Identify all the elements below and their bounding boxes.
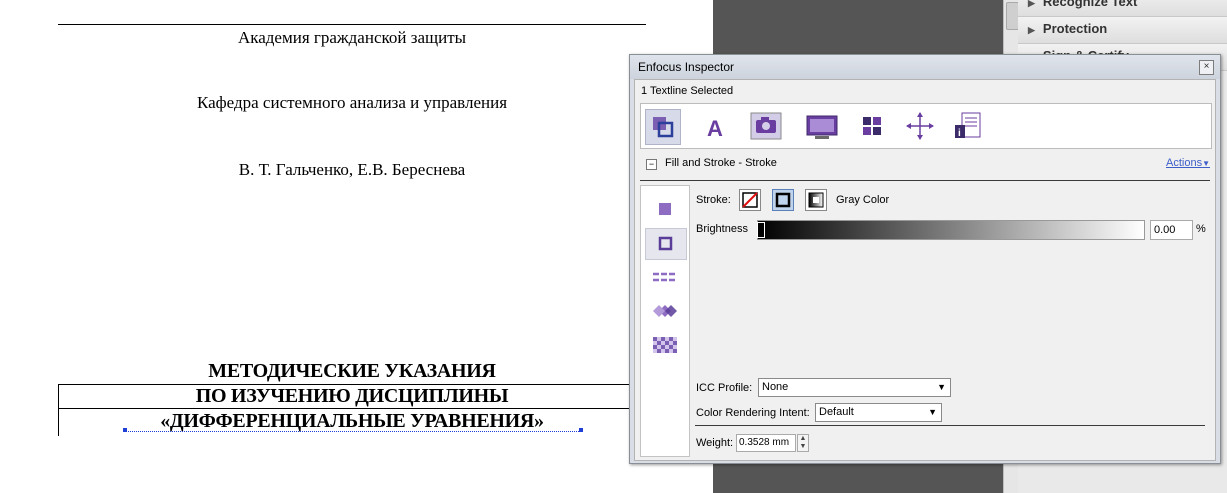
textline-selection [125,430,581,432]
document-info-icon[interactable]: i [951,109,985,143]
section-title: Fill and Stroke - Stroke [665,157,777,169]
stroke-panel: Stroke: Gray Color Brightness 0.00 % ICC… [695,185,1209,455]
fill-stroke-icon[interactable] [645,109,681,145]
brightness-slider[interactable] [757,220,1145,240]
inspector-tab-bar: A i [640,103,1212,149]
fill-stroke-subtabs [640,185,690,457]
close-button[interactable]: × [1199,60,1214,75]
selection-handle-left[interactable] [123,428,127,432]
weight-stepper[interactable]: ▲ ▼ [797,434,809,452]
doc-department: Кафедра системного анализа и управления [196,93,508,112]
doc-org: Академия гражданской защиты [237,28,467,47]
position-icon[interactable] [903,109,937,143]
inspector-titlebar[interactable]: Enfocus Inspector × [630,55,1220,79]
text-icon[interactable]: A [699,109,733,143]
tool-recognize-text[interactable]: ▶ Recognize Text [1018,0,1227,17]
transparency-icon[interactable] [645,330,685,360]
dropdown-arrow-icon: ▼ [937,382,946,392]
overprint-icon[interactable] [645,296,685,326]
section-header: − Fill and Stroke - Stroke Actions▼ [640,156,1210,176]
stroke-none-button[interactable] [739,189,761,211]
doc-heading-line1: МЕТОДИЧЕСКИЕ УКАЗАНИЯ [208,360,496,382]
icc-profile-select[interactable]: None ▼ [758,378,951,397]
header-rule [58,24,646,25]
percent-unit: % [1196,223,1206,235]
monitor-icon[interactable] [805,109,839,143]
section-divider [640,180,1210,181]
rendering-intent-select[interactable]: Default ▼ [815,403,942,422]
svg-text:A: A [707,116,723,141]
icc-profile-label: ICC Profile: [696,382,753,394]
doc-authors: В. Т. Гальченко, Е.В. Береснева [238,160,466,179]
weight-label: Weight: [696,437,734,449]
panel-divider [695,425,1205,426]
rendering-intent-label: Color Rendering Intent: [696,407,810,419]
stroke-icon[interactable] [645,228,687,260]
doc-heading-line2: ПО ИЗУЧЕНИЮ ДИСЦИПЛИНЫ [195,385,509,407]
inspector-window: Enfocus Inspector × 1 Textline Selected … [629,54,1221,464]
inspector-body: 1 Textline Selected A i − Fill and Strok… [634,79,1216,461]
expand-triangle-icon: ▶ [1028,0,1035,8]
weight-input[interactable]: 0.3528 mm [736,434,796,452]
document-page: Академия гражданской защиты Кафедра сист… [0,0,713,493]
collapse-button[interactable]: − [646,159,657,170]
stroke-gradient-button[interactable] [805,189,827,211]
stroke-solid-button[interactable] [772,189,794,211]
fill-icon[interactable] [645,194,685,224]
selection-handle-right[interactable] [579,428,583,432]
selection-status: 1 Textline Selected [641,85,734,97]
heading-box-mid [58,408,630,409]
svg-text:i: i [958,128,961,139]
dropdown-arrow-icon: ▼ [928,407,937,417]
dash-pattern-icon[interactable] [645,262,685,292]
brightness-label: Brightness [696,223,748,235]
expand-triangle-icon: ▶ [1028,25,1035,35]
actions-menu[interactable]: Actions▼ [1166,157,1210,169]
chevron-down-icon: ▼ [1202,159,1210,168]
image-icon[interactable] [749,109,783,143]
brightness-slider-handle[interactable] [757,222,765,238]
tool-protection[interactable]: ▶ Protection [1018,17,1227,44]
brightness-input[interactable]: 0.00 [1150,220,1193,240]
grid-icon[interactable] [855,109,889,143]
color-mode-label: Gray Color [836,194,890,206]
stroke-label: Stroke: [696,194,731,206]
inspector-title: Enfocus Inspector [638,60,735,74]
